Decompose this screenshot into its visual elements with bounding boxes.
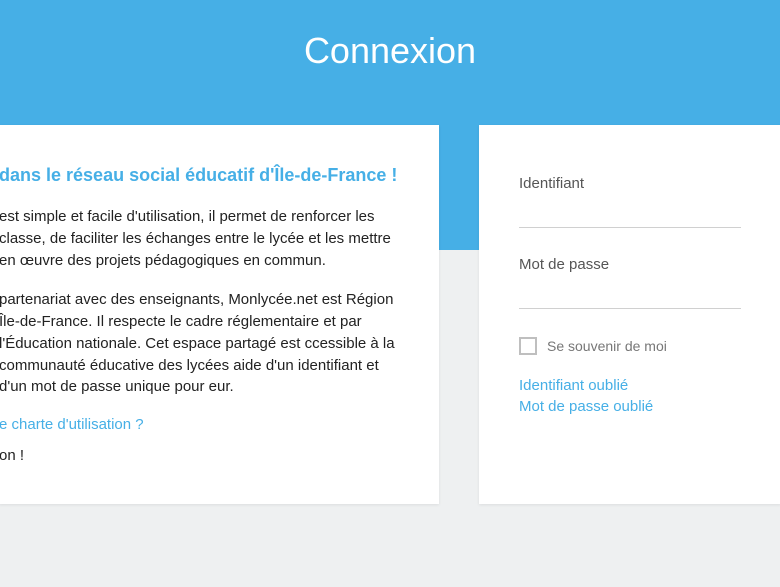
password-field-wrapper: Mot de passe bbox=[519, 256, 741, 309]
info-heading: dans le réseau social éducatif d'Île-de-… bbox=[0, 165, 409, 186]
charter-link[interactable]: e charte d'utilisation ? bbox=[0, 416, 409, 433]
username-label: Identifiant bbox=[519, 175, 741, 192]
info-paragraph-2: partenariat avec des enseignants, Monlyc… bbox=[0, 289, 409, 398]
username-input[interactable] bbox=[519, 198, 741, 228]
remember-row: Se souvenir de moi bbox=[519, 337, 741, 355]
info-paragraph-1: est simple et facile d'utilisation, il p… bbox=[0, 206, 409, 271]
login-card: Identifiant Mot de passe Se souvenir de … bbox=[479, 125, 780, 504]
password-input[interactable] bbox=[519, 279, 741, 309]
info-closing: on ! bbox=[0, 447, 409, 464]
remember-checkbox[interactable] bbox=[519, 337, 537, 355]
content-row: dans le réseau social éducatif d'Île-de-… bbox=[0, 125, 780, 504]
forgot-username-link[interactable]: Identifiant oublié bbox=[519, 377, 741, 394]
remember-label: Se souvenir de moi bbox=[547, 338, 667, 354]
page-title: Connexion bbox=[0, 0, 780, 72]
forgot-password-link[interactable]: Mot de passe oublié bbox=[519, 398, 741, 415]
username-field-wrapper: Identifiant bbox=[519, 175, 741, 228]
password-label: Mot de passe bbox=[519, 256, 741, 273]
info-card: dans le réseau social éducatif d'Île-de-… bbox=[0, 125, 439, 504]
